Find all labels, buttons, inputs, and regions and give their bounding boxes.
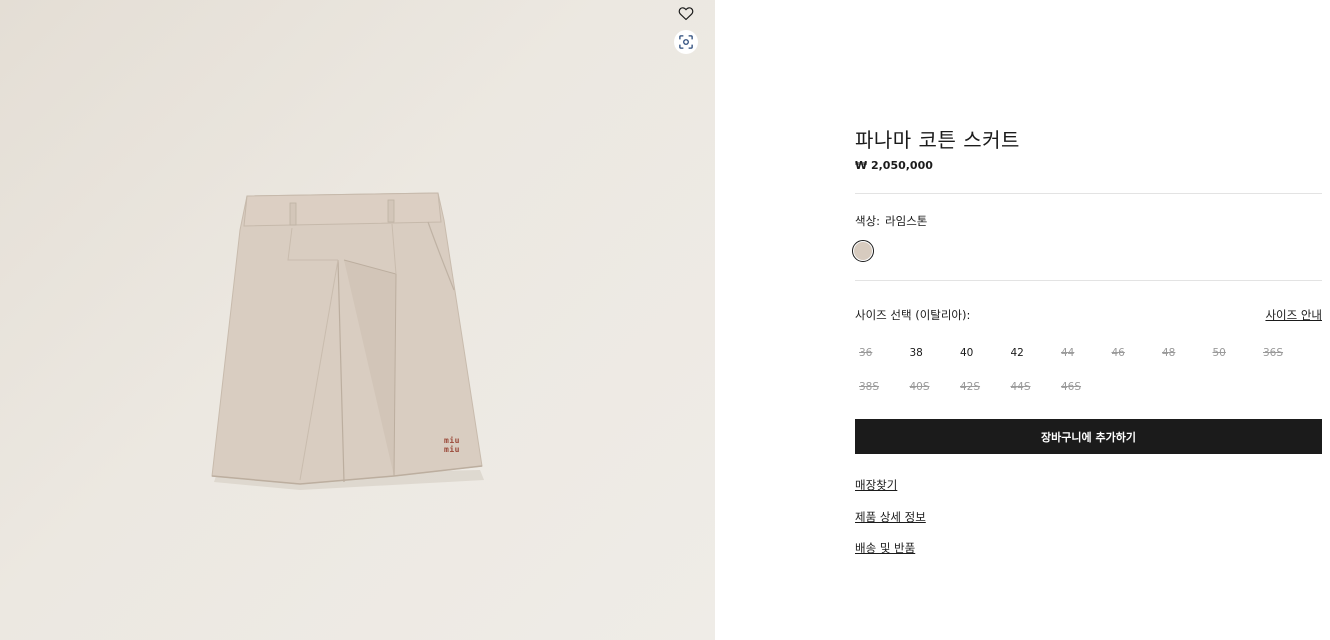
product-image: miu miu [211,192,484,490]
color-label-text: 색상: [855,214,881,228]
svg-text:miu: miu [444,435,460,445]
product-title: 파나마 코튼 스커트 [855,128,1020,152]
product-image-panel: miu miu [0,0,715,640]
size-option[interactable]: 40S [906,375,957,399]
color-swatch-fill [854,242,872,260]
size-option[interactable]: 40 [956,341,1007,365]
divider [855,193,1322,194]
size-options: 36 38 40 42 44 46 48 50 36S 38S 40S 42S 44S 46S [855,341,1315,409]
heart-icon [678,6,694,20]
color-swatch-limestone[interactable] [852,240,874,262]
store-finder-link[interactable]: 매장찾기 [855,477,897,493]
product-price: ₩ 2,050,000 [855,159,933,172]
product-info-panel: 파나마 코튼 스커트 ₩ 2,050,000 색상: 라임스톤 사이즈 선택 (이… [852,0,1322,640]
wishlist-button[interactable] [674,1,698,25]
size-option[interactable]: 44 [1057,341,1108,365]
shipping-returns-link[interactable]: 배송 및 반품 [855,540,915,556]
size-option[interactable]: 38S [855,375,906,399]
lens-scan-icon [679,35,693,49]
divider [855,280,1322,281]
size-option[interactable]: 38 [906,341,957,365]
size-option[interactable]: 36S [1259,341,1310,365]
product-page: miu miu 파나마 코튼 스커트 ₩ 2,050,000 색상: 라임스톤 [0,0,1330,640]
svg-text:miu: miu [444,444,460,454]
add-to-cart-button[interactable]: 장바구니에 추가하기 [855,419,1322,454]
size-option[interactable]: 46 [1108,341,1159,365]
color-label: 색상: 라임스톤 [855,213,927,229]
size-option[interactable]: 44S [1007,375,1058,399]
product-details-link[interactable]: 제품 상세 정보 [855,509,926,525]
size-option[interactable]: 46S [1057,375,1108,399]
size-option[interactable]: 42S [956,375,1007,399]
size-guide-link[interactable]: 사이즈 안내 [1265,307,1322,323]
size-option[interactable]: 48 [1158,341,1209,365]
size-option[interactable]: 42 [1007,341,1058,365]
size-option[interactable]: 36 [855,341,906,365]
visual-search-button[interactable] [674,30,698,54]
selected-color-name: 라임스톤 [885,214,928,228]
size-option[interactable]: 50 [1209,341,1260,365]
size-select-label: 사이즈 선택 (이탈리아): [855,308,971,322]
